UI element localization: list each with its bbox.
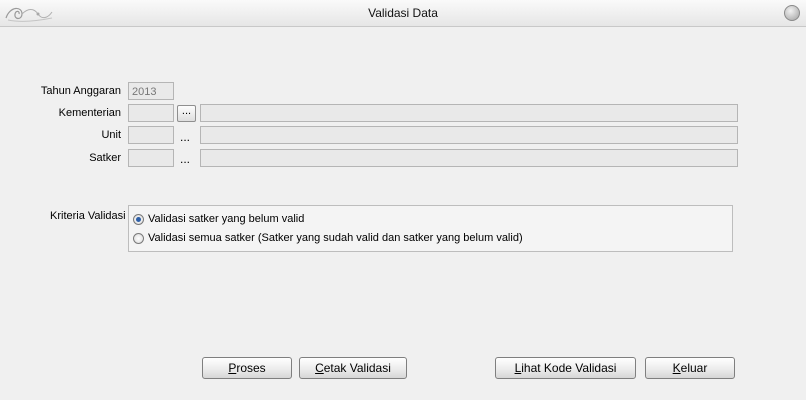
kriteria-validasi-group: Validasi satker yang belum valid Validas… <box>128 205 733 252</box>
satker-name-field[interactable] <box>200 149 738 167</box>
kriteria-validasi-label: Kriteria Validasi <box>50 210 126 222</box>
satker-label: Satker <box>89 152 121 164</box>
kementerian-name-field[interactable] <box>200 104 738 122</box>
button-label: roses <box>236 361 266 375</box>
mnemonic: C <box>315 361 324 375</box>
radio-option-semua-satker[interactable]: Validasi semua satker (Satker yang sudah… <box>133 230 523 246</box>
cetak-validasi-button[interactable]: Cetak Validasi <box>299 357 407 379</box>
radio-option-label: Validasi satker yang belum valid <box>148 213 305 225</box>
kementerian-code-field[interactable] <box>128 104 174 122</box>
proses-button[interactable]: Proses <box>202 357 292 379</box>
tahun-anggaran-label: Tahun Anggaran <box>40 85 121 97</box>
window-control-button[interactable] <box>784 5 800 21</box>
unit-label: Unit <box>101 129 121 141</box>
unit-browse-button[interactable]: ... <box>180 131 190 143</box>
mnemonic: K <box>672 361 681 375</box>
button-label: ihat Kode Validasi <box>521 361 617 375</box>
title-bar[interactable]: Validasi Data <box>0 0 806 27</box>
radio-unselected-icon[interactable] <box>133 232 144 244</box>
window-title: Validasi Data <box>368 6 438 20</box>
kementerian-label: Kementerian <box>58 107 121 119</box>
button-label: eluar <box>680 361 708 375</box>
radio-option-belum-valid[interactable]: Validasi satker yang belum valid <box>133 211 304 227</box>
unit-code-field[interactable] <box>128 126 174 144</box>
kementerian-browse-button[interactable]: ... <box>177 105 196 122</box>
tahun-anggaran-field[interactable]: 2013 <box>128 82 174 100</box>
satker-code-field[interactable] <box>128 149 174 167</box>
unit-name-field[interactable] <box>200 126 738 144</box>
button-label: etak Validasi <box>323 361 391 375</box>
keluar-button[interactable]: Keluar <box>645 357 735 379</box>
satker-browse-button[interactable]: ... <box>180 153 190 165</box>
radio-option-label: Validasi semua satker (Satker yang sudah… <box>148 232 523 244</box>
lihat-kode-validasi-button[interactable]: Lihat Kode Validasi <box>495 357 636 379</box>
radio-selected-icon[interactable] <box>133 213 144 225</box>
